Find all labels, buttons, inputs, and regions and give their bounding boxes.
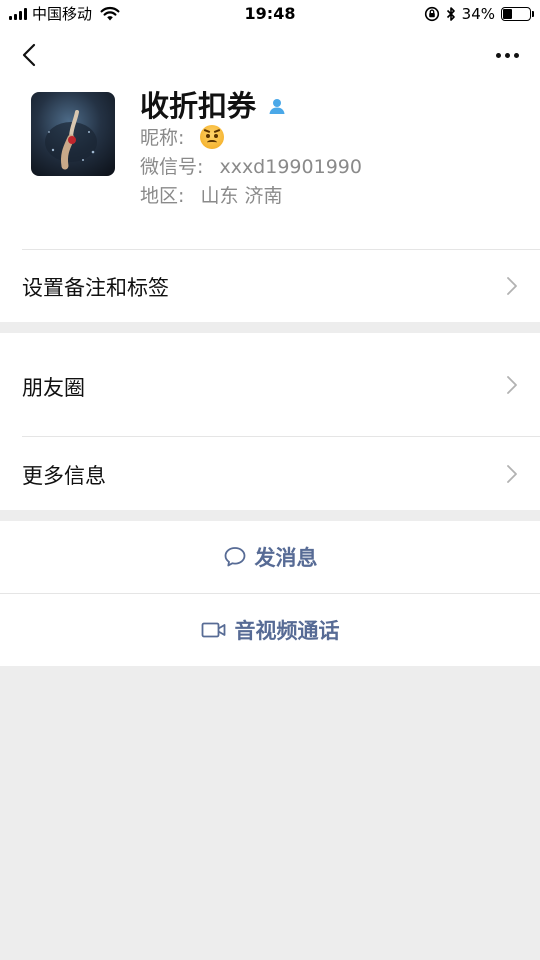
male-person-icon xyxy=(269,99,285,114)
chevron-right-icon xyxy=(507,277,517,295)
wechat-id-value: xxxd19901990 xyxy=(219,156,362,178)
battery-fill xyxy=(503,9,512,19)
orientation-lock-icon xyxy=(424,6,439,22)
battery-percent: 34% xyxy=(461,5,495,23)
avatar[interactable] xyxy=(31,92,115,176)
send-message-button[interactable]: 发消息 xyxy=(0,521,540,593)
more-info-label: 更多信息 xyxy=(22,464,106,488)
region-label: 地区: xyxy=(140,185,185,207)
name-row: 收折扣券 xyxy=(140,86,286,126)
back-icon[interactable] xyxy=(14,38,48,72)
angry-face-emoji xyxy=(200,124,225,149)
more-info-row[interactable]: 更多信息 xyxy=(0,437,540,510)
chevron-right-icon xyxy=(507,465,517,483)
contact-name: 收折扣券 xyxy=(140,89,257,123)
profile-header: 收折扣券 昵称: 微信号: xxxd19901990 地区: 山东 济南 xyxy=(0,80,540,250)
nav-bar xyxy=(0,30,540,80)
video-call-button[interactable]: 音视频通话 xyxy=(0,594,540,666)
avatar-image xyxy=(45,110,97,170)
battery-icon xyxy=(501,7,534,21)
remarks-tags-label: 设置备注和标签 xyxy=(22,276,169,300)
more-icon[interactable] xyxy=(490,42,524,68)
region-line: 地区: 山东 济南 xyxy=(140,182,283,210)
chat-bubble-icon xyxy=(224,547,245,567)
video-call-label: 音视频通话 xyxy=(234,619,340,643)
nickname-label: 昵称: xyxy=(140,127,185,149)
region-value: 山东 济南 xyxy=(200,185,283,207)
nickname-line: 昵称: xyxy=(140,124,225,152)
moments-row[interactable]: 朋友圈 xyxy=(0,333,540,437)
status-right: 34% xyxy=(424,4,534,24)
send-message-label: 发消息 xyxy=(254,546,318,570)
wechat-id-label: 微信号: xyxy=(140,156,204,178)
chevron-right-icon xyxy=(507,376,517,394)
wechat-id-line: 微信号: xxxd19901990 xyxy=(140,153,362,181)
remarks-tags-row[interactable]: 设置备注和标签 xyxy=(0,250,540,322)
status-bar: 中国移动 19:48 34% xyxy=(0,0,540,30)
contact-profile-screen: 中国移动 19:48 34% 收折扣券 昵称: 微信号: xxxd1990199… xyxy=(0,0,540,960)
moments-label: 朋友圈 xyxy=(22,376,85,400)
video-camera-icon xyxy=(201,622,225,638)
bluetooth-icon xyxy=(446,7,455,21)
